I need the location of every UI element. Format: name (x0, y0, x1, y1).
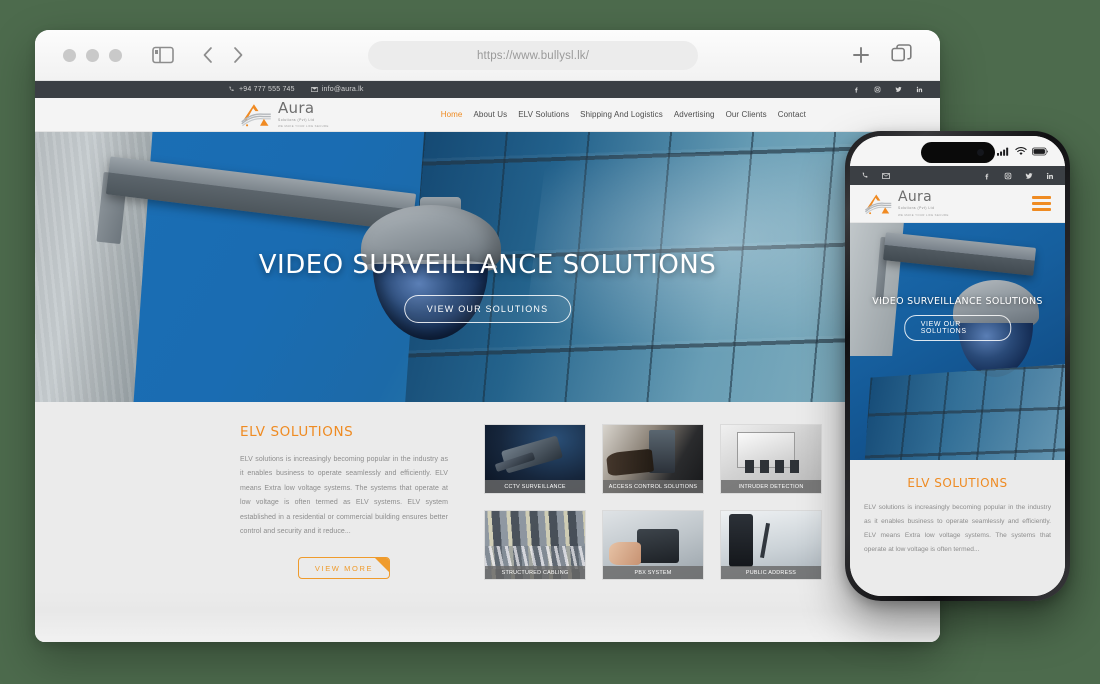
sidebar-icon[interactable] (152, 44, 174, 66)
envelope-icon[interactable] (882, 167, 890, 185)
phone-site-logo[interactable]: Aura Solutions (Pvt) Ltd WE MAKE YOUR LI… (864, 190, 949, 217)
toolbar-actions (850, 43, 912, 66)
tile-caption: CCTV SURVEILLANCE (485, 480, 585, 493)
phone-hero-glass-building (862, 362, 1065, 460)
hamburger-menu-icon[interactable] (1032, 196, 1051, 211)
nav-item-shipping-and-logistics[interactable]: Shipping And Logistics (580, 110, 663, 119)
phone-icon (229, 86, 234, 91)
tile-caption: ACCESS CONTROL SOLUTIONS (603, 480, 703, 493)
phone-mockup: Aura Solutions (Pvt) Ltd WE MAKE YOUR LI… (845, 131, 1070, 601)
topbar-contact-info: +94 777 555 745 info@aura.lk (228, 86, 364, 93)
address-bar[interactable]: https://www.bullysl.lk/ (368, 41, 698, 70)
nav-item-about-us[interactable]: About Us (473, 110, 507, 119)
tile-caption: PUBLIC ADDRESS (721, 566, 821, 579)
phone-icon[interactable] (861, 167, 869, 185)
service-tile-pbx-system[interactable]: PBX SYSTEM (602, 510, 704, 580)
site-topbar: +94 777 555 745 info@aura.lk (35, 81, 940, 98)
hero-title: VIDEO SURVEILLANCE SOLUTIONS (258, 250, 717, 280)
service-tile-cctv-surveillance[interactable]: CCTV SURVEILLANCE (484, 424, 586, 494)
nav-item-advertising[interactable]: Advertising (674, 110, 715, 119)
phone-hero-cta-button[interactable]: VIEW OUR SOLUTIONS (903, 315, 1012, 341)
linkedin-icon[interactable] (915, 85, 924, 94)
service-tile-structured-cabling[interactable]: STRUCTURED CABLING (484, 510, 586, 580)
service-tile-public-address[interactable]: PUBLIC ADDRESS (720, 510, 822, 580)
phone-site-topbar (850, 166, 1065, 185)
logo-tagline: WE MAKE YOUR LIFE SECURE (898, 212, 949, 217)
nav-item-our-clients[interactable]: Our Clients (726, 110, 767, 119)
navigation-arrows[interactable] (200, 45, 246, 65)
email-address: info@aura.lk (321, 86, 364, 93)
maximize-button[interactable] (109, 48, 122, 62)
cellular-signal-icon (997, 147, 1010, 156)
service-tile-access-control-solutions[interactable]: ACCESS CONTROL SOLUTIONS (602, 424, 704, 494)
dynamic-island (920, 142, 995, 163)
phone-hero-banner: VIDEO SURVEILLANCE SOLUTIONS VIEW OUR SO… (850, 223, 1065, 460)
page-bottom-fade (35, 591, 940, 642)
topbar-social-links (852, 85, 924, 94)
logo-subtitle: Solutions (Pvt) Ltd (278, 117, 315, 122)
tile-caption: STRUCTURED CABLING (485, 566, 585, 579)
elv-solutions-section: ELV SOLUTIONS ELV solutions is increasin… (35, 402, 940, 642)
site-navbar: Aura Solutions (Pvt) Ltd WE MAKE YOUR LI… (35, 98, 940, 132)
browser-window: https://www.bullysl.lk/ +94 777 555 745 (35, 30, 940, 642)
minimize-button[interactable] (86, 48, 99, 62)
url-text: https://www.bullysl.lk/ (476, 49, 590, 62)
nav-item-contact[interactable]: Contact (778, 110, 806, 119)
nav-item-home[interactable]: Home (441, 110, 463, 119)
webpage-viewport: +94 777 555 745 info@aura.lk Aura Soluti… (35, 81, 940, 642)
logo-subtitle: Solutions (Pvt) Ltd (898, 206, 935, 211)
plus-icon[interactable] (850, 43, 871, 66)
tile-caption: INTRUDER DETECTION (721, 480, 821, 493)
site-logo[interactable]: Aura Solutions (Pvt) Ltd WE MAKE YOUR LI… (240, 98, 329, 129)
service-tile-intruder-detection[interactable]: INTRUDER DETECTION (720, 424, 822, 494)
phone-number: +94 777 555 745 (239, 86, 295, 93)
elv-section-title: ELV SOLUTIONS (240, 424, 354, 440)
phone-screen: Aura Solutions (Pvt) Ltd WE MAKE YOUR LI… (850, 136, 1065, 596)
browser-toolbar: https://www.bullysl.lk/ (35, 30, 940, 81)
phone-elv-title: ELV SOLUTIONS (907, 476, 1008, 490)
hero-banner: VIDEO SURVEILLANCE SOLUTIONS VIEW OUR SO… (35, 132, 940, 402)
chevron-right-icon[interactable] (230, 45, 246, 65)
phone-elv-section: ELV SOLUTIONS ELV solutions is increasin… (850, 460, 1065, 596)
envelope-icon (310, 87, 318, 92)
chevron-left-icon[interactable] (200, 45, 216, 65)
elv-section-body: ELV solutions is increasingly becoming p… (240, 456, 448, 536)
tab-overview-icon[interactable] (891, 43, 912, 66)
phone-elv-body: ELV solutions is increasingly becoming p… (864, 504, 1051, 553)
view-more-button[interactable]: VIEW MORE (298, 557, 390, 580)
instagram-icon[interactable] (873, 85, 882, 94)
instagram-icon[interactable] (1004, 167, 1012, 185)
phone-status-bar (850, 136, 1065, 166)
window-controls[interactable] (63, 48, 122, 62)
logo-tagline: WE MAKE YOUR LIFE SECURE (278, 124, 329, 129)
wifi-icon (1015, 146, 1027, 156)
battery-icon (1032, 147, 1049, 156)
main-navigation: Home About Us ELV Solutions Shipping And… (441, 110, 806, 119)
hero-cta-button[interactable]: VIEW OUR SOLUTIONS (403, 295, 572, 323)
phone-navbar: Aura Solutions (Pvt) Ltd WE MAKE YOUR LI… (850, 185, 1065, 223)
logo-name: Aura (278, 98, 315, 117)
linkedin-icon[interactable] (1046, 167, 1054, 185)
facebook-icon[interactable] (983, 167, 991, 185)
aura-logo-mark (864, 193, 892, 214)
phone-hero-title: VIDEO SURVEILLANCE SOLUTIONS (872, 296, 1043, 307)
logo-name: Aura (898, 189, 932, 206)
facebook-icon[interactable] (852, 85, 861, 94)
twitter-icon[interactable] (894, 85, 903, 94)
phone-contact[interactable]: +94 777 555 745 (228, 86, 295, 93)
email-contact[interactable]: info@aura.lk (310, 86, 364, 93)
tile-caption: PBX SYSTEM (603, 566, 703, 579)
twitter-icon[interactable] (1025, 167, 1033, 185)
close-button[interactable] (63, 48, 76, 62)
nav-item-elv-solutions[interactable]: ELV Solutions (518, 110, 569, 119)
aura-logo-mark (241, 103, 271, 126)
